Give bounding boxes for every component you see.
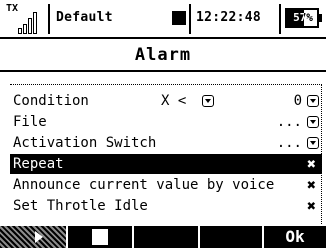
signal-bar xyxy=(33,12,37,34)
dropdown-arrow-icon[interactable] xyxy=(307,137,319,149)
x-icon[interactable]: ✖ xyxy=(307,196,316,216)
row-label: Condition xyxy=(13,93,89,109)
list-item-file[interactable]: File ... xyxy=(10,112,322,132)
page-title: Alarm xyxy=(134,45,192,65)
list-item-repeat[interactable]: Repeat ✖ xyxy=(10,154,322,174)
condition-value[interactable]: 0 xyxy=(294,91,302,111)
row-label: Announce current value by voice xyxy=(13,177,275,193)
softkey-f2[interactable] xyxy=(66,226,132,248)
switch-value[interactable]: ... xyxy=(277,133,302,153)
status-bar: TX Default 12:22:48 57% xyxy=(0,0,326,37)
alarm-screen: TX Default 12:22:48 57% Alarm Condition … xyxy=(0,0,326,248)
x-icon[interactable]: ✖ xyxy=(307,175,316,195)
battery-icon: 57% xyxy=(285,8,322,28)
condition-operator[interactable]: X < xyxy=(161,91,186,111)
arrow-right-icon xyxy=(35,231,43,243)
settings-list: Condition X < 0 File ... Activation Swit… xyxy=(10,84,322,216)
row-label: Set Throtle Idle xyxy=(13,198,148,214)
file-value[interactable]: ... xyxy=(277,112,302,132)
softkey-bar: Ok xyxy=(0,226,326,248)
dropdown-arrow-icon[interactable] xyxy=(307,116,319,128)
softkey-f4[interactable] xyxy=(198,226,262,248)
tx-label: TX xyxy=(6,3,19,14)
scrollbar[interactable] xyxy=(321,84,324,224)
ok-label: Ok xyxy=(285,227,305,246)
x-icon[interactable]: ✖ xyxy=(307,154,316,174)
divider xyxy=(0,37,326,39)
battery-tip xyxy=(319,14,322,22)
signal-strength: TX xyxy=(6,3,40,35)
list-item-throttle-idle[interactable]: Set Throtle Idle ✖ xyxy=(10,196,322,216)
dropdown-arrow-icon[interactable] xyxy=(202,95,214,107)
stop-square-icon xyxy=(92,229,108,245)
dropdown-arrow-icon[interactable] xyxy=(307,95,319,107)
status-divider xyxy=(48,4,50,34)
signal-bar xyxy=(23,24,27,34)
softkey-f3[interactable] xyxy=(132,226,198,248)
list-item-condition[interactable]: Condition X < 0 xyxy=(10,91,322,111)
list-item-announce-voice[interactable]: Announce current value by voice ✖ xyxy=(10,175,322,195)
clock: 12:22:48 xyxy=(196,10,262,25)
status-divider xyxy=(189,4,191,34)
model-name[interactable]: Default xyxy=(56,10,113,25)
battery-percent: 57% xyxy=(293,11,313,24)
status-divider xyxy=(279,4,281,34)
row-label: Activation Switch xyxy=(13,135,157,151)
list-item-activation-switch[interactable]: Activation Switch ... xyxy=(10,133,322,153)
row-label: File xyxy=(13,114,47,130)
softkey-f1[interactable] xyxy=(0,226,66,248)
recording-icon xyxy=(172,11,186,25)
row-label: Repeat xyxy=(13,156,64,172)
ok-button[interactable]: Ok xyxy=(262,226,326,248)
divider xyxy=(0,70,326,72)
signal-bar xyxy=(18,28,22,34)
signal-bar xyxy=(28,18,32,34)
